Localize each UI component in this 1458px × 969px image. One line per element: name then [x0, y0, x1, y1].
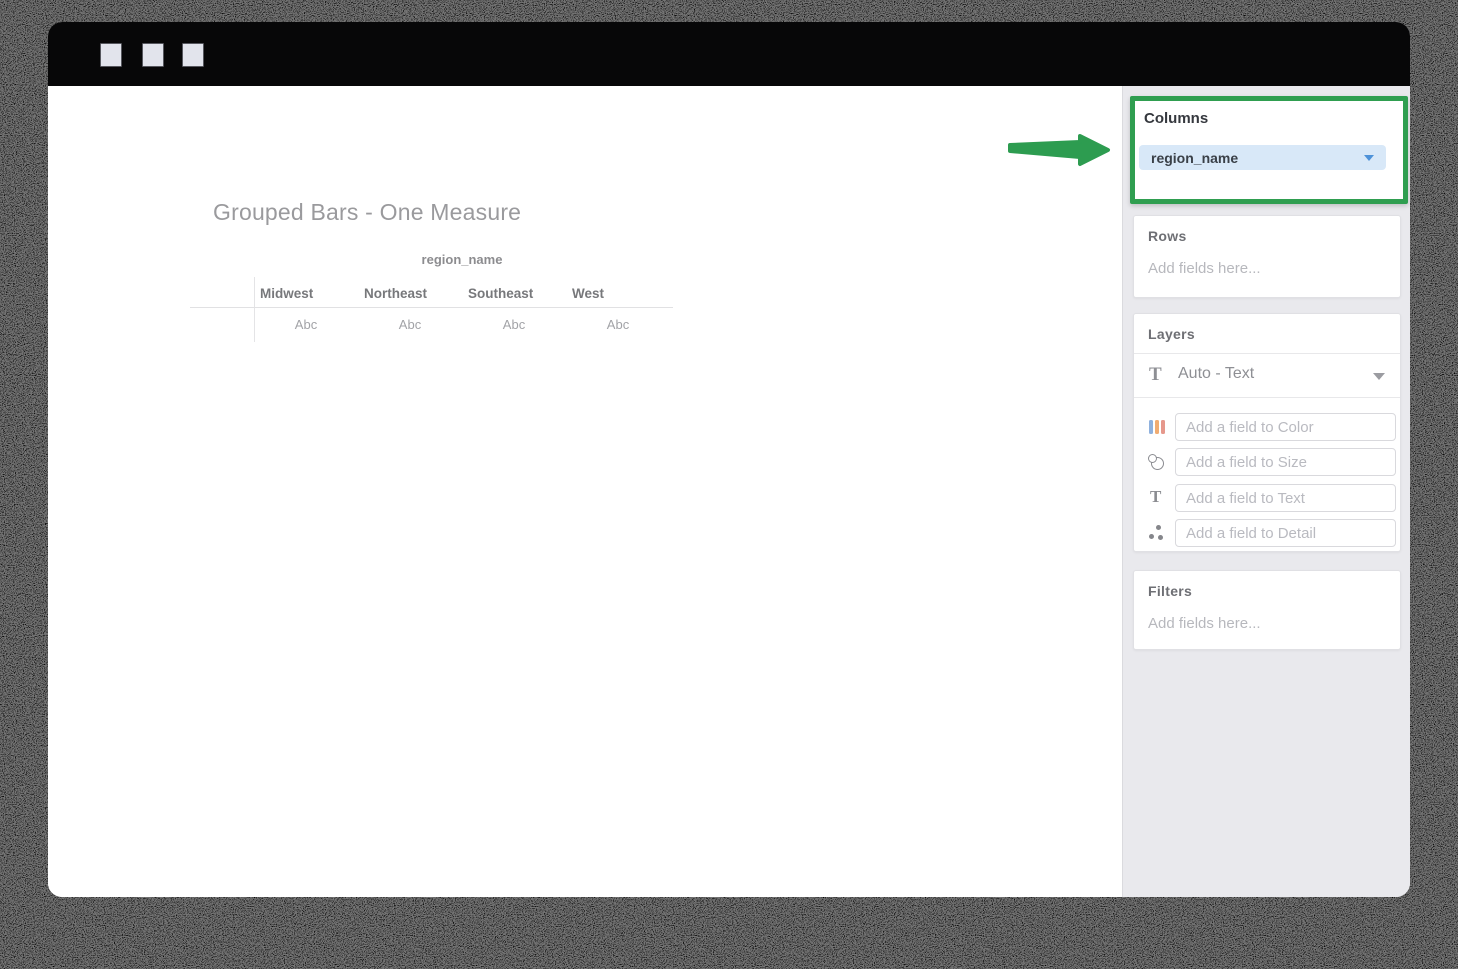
detail-field-input[interactable] — [1175, 519, 1396, 547]
table-cell: Abc — [294, 317, 318, 332]
detail-field-row — [1134, 519, 1400, 547]
detail-dots-icon — [1147, 523, 1167, 543]
size-field-input[interactable] — [1175, 448, 1396, 476]
size-field-row — [1134, 448, 1400, 476]
table-column-header: West — [572, 286, 605, 301]
text-icon: T — [1150, 487, 1162, 506]
table-cell: Abc — [502, 317, 526, 332]
table-cell: Abc — [606, 317, 630, 332]
layer-type-value: Auto - Text — [1178, 365, 1255, 382]
text-icon: T — [1149, 364, 1162, 385]
field-config-sidebar: Columns region_name Rows Add fields here… — [1122, 86, 1410, 897]
chevron-down-icon[interactable] — [1364, 155, 1374, 161]
viz-title: Grouped Bars - One Measure — [213, 199, 522, 225]
table-column-header: Southeast — [468, 286, 534, 301]
columns-panel-highlighted: Columns region_name — [1130, 96, 1408, 204]
color-bars-icon — [1147, 417, 1167, 437]
layers-panel-label: Layers — [1148, 326, 1195, 342]
app-window: Grouped Bars - One Measure region_name M… — [48, 22, 1410, 897]
visualization-canvas: Grouped Bars - One Measure region_name M… — [48, 86, 1122, 897]
text-field-input[interactable] — [1175, 484, 1396, 512]
titlebar-square-icon[interactable] — [100, 43, 122, 67]
size-circles-icon — [1147, 452, 1167, 472]
table-column-header: Northeast — [364, 286, 428, 301]
rows-dropzone-placeholder: Add fields here... — [1148, 260, 1261, 277]
titlebar-square-icon[interactable] — [182, 43, 204, 67]
filters-dropzone-placeholder: Add fields here... — [1148, 615, 1261, 632]
titlebar-square-icon[interactable] — [142, 43, 164, 67]
chevron-down-icon[interactable] — [1373, 373, 1385, 380]
table-horizontal-rule — [190, 307, 673, 308]
table-column-header: Midwest — [260, 286, 314, 301]
filters-panel-label: Filters — [1148, 583, 1193, 599]
table-cell: Abc — [398, 317, 422, 332]
rows-panel-label: Rows — [1148, 228, 1187, 244]
titlebar — [48, 22, 1410, 86]
text-field-row: T — [1134, 484, 1400, 512]
table-group-header: region_name — [421, 252, 503, 267]
field-pill-label: region_name — [1151, 149, 1239, 166]
columns-panel-label: Columns — [1144, 110, 1209, 127]
rows-panel[interactable]: Rows Add fields here... — [1133, 215, 1401, 298]
color-field-row — [1134, 413, 1400, 441]
layers-panel-header: Layers — [1134, 314, 1400, 354]
color-field-input[interactable] — [1175, 413, 1396, 441]
region-name-field-pill[interactable]: region_name — [1139, 145, 1386, 170]
green-arrow-annotation-icon — [1008, 134, 1110, 166]
layer-type-selector[interactable]: T Auto - Text — [1134, 354, 1400, 398]
layers-panel: Layers T Auto - Text Add a field to Colo… — [1133, 313, 1401, 552]
filters-panel[interactable]: Filters Add fields here... — [1133, 570, 1401, 650]
